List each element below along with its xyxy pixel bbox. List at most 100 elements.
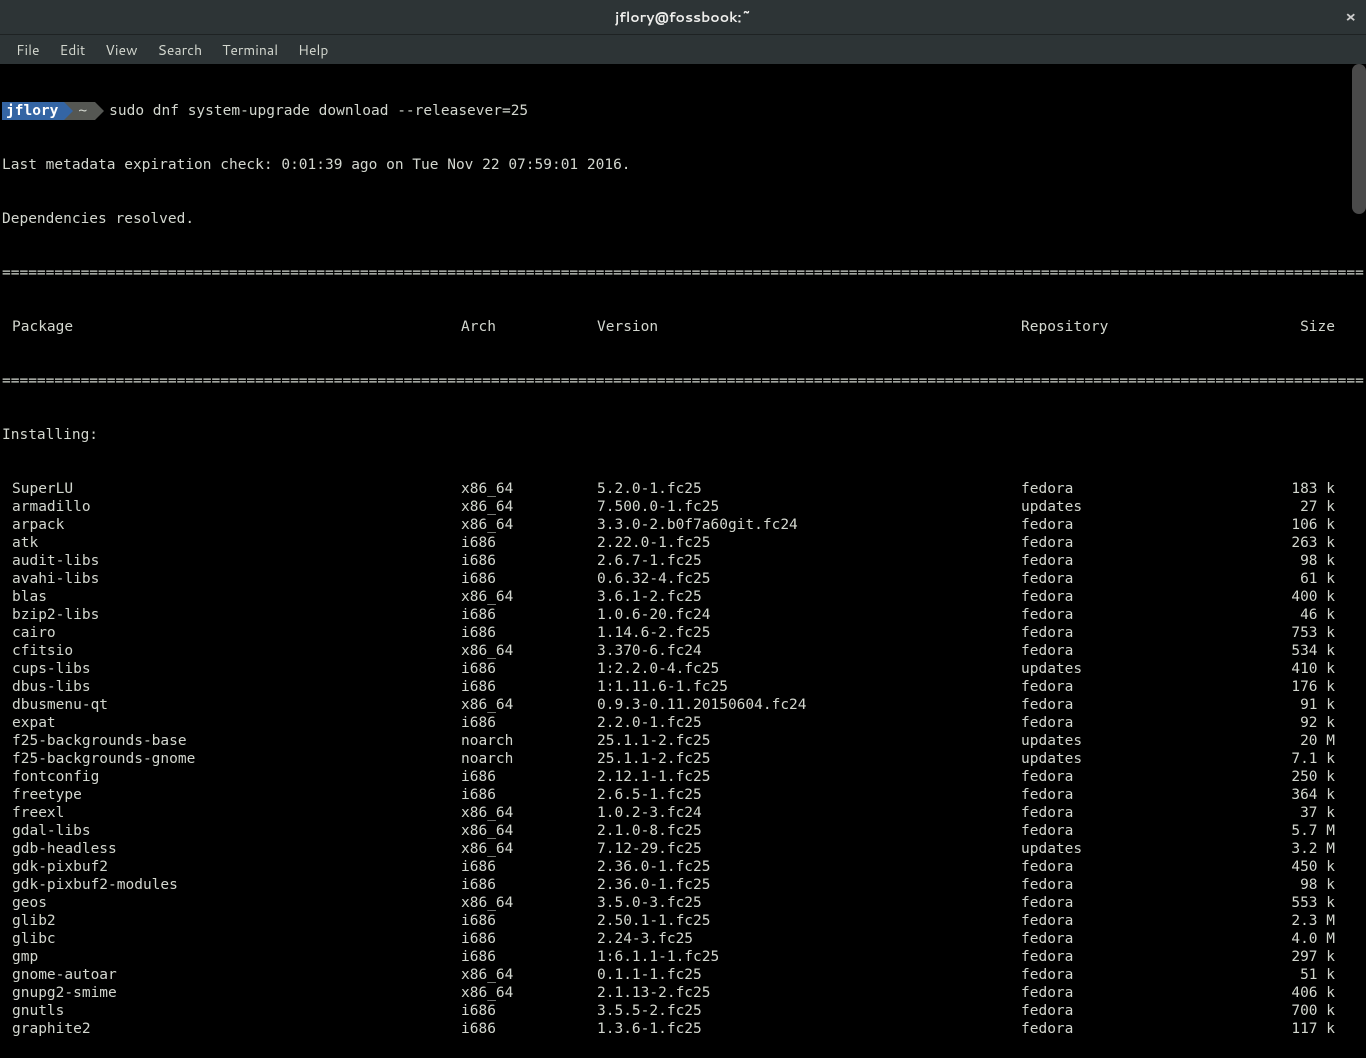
pkg-arch: x86_64 — [461, 966, 597, 984]
prompt-line: jflory ~ sudo dnf system-upgrade downloa… — [2, 102, 1364, 120]
pkg-name: glibc — [2, 930, 461, 948]
pkg-repo: fedora — [1021, 570, 1221, 588]
pkg-repo: fedora — [1021, 516, 1221, 534]
table-row: cfitsiox86_643.370-6.fc24fedora534 k — [2, 642, 1364, 660]
pkg-repo: updates — [1021, 660, 1221, 678]
table-row: cups-libsi6861:2.2.0-4.fc25updates410 k — [2, 660, 1364, 678]
pkg-name: atk — [2, 534, 461, 552]
table-row: blasx86_643.6.1-2.fc25fedora400 k — [2, 588, 1364, 606]
menu-edit[interactable]: Edit — [50, 37, 96, 63]
table-row: gnutlsi6863.5.5-2.fc25fedora700 k — [2, 1002, 1364, 1020]
pkg-repo: fedora — [1021, 984, 1221, 1002]
pkg-size: 3.2 M — [1221, 840, 1347, 858]
table-row: arpackx86_643.3.0-2.b0f7a60git.fc24fedor… — [2, 516, 1364, 534]
pkg-name: avahi-libs — [2, 570, 461, 588]
menu-view[interactable]: View — [95, 37, 147, 63]
close-icon[interactable]: × — [1345, 8, 1356, 26]
pkg-name: arpack — [2, 516, 461, 534]
pkg-arch: noarch — [461, 750, 597, 768]
pkg-version: 0.1.1-1.fc25 — [597, 966, 1021, 984]
pkg-size: 176 k — [1221, 678, 1347, 696]
menu-help[interactable]: Help — [288, 37, 338, 63]
pkg-name: cups-libs — [2, 660, 461, 678]
pkg-size: 753 k — [1221, 624, 1347, 642]
pkg-arch: x86_64 — [461, 498, 597, 516]
pkg-size: 4.0 M — [1221, 930, 1347, 948]
pkg-arch: i686 — [461, 678, 597, 696]
pkg-name: audit-libs — [2, 552, 461, 570]
pkg-version: 3.6.1-2.fc25 — [597, 588, 1021, 606]
table-row: f25-backgrounds-gnomenoarch25.1.1-2.fc25… — [2, 750, 1364, 768]
pkg-version: 25.1.1-2.fc25 — [597, 750, 1021, 768]
scrollbar-thumb[interactable] — [1352, 64, 1366, 214]
pkg-version: 1:6.1.1-1.fc25 — [597, 948, 1021, 966]
pkg-repo: fedora — [1021, 768, 1221, 786]
pkg-arch: i686 — [461, 570, 597, 588]
menu-file[interactable]: File — [6, 37, 50, 63]
pkg-size: 98 k — [1221, 552, 1347, 570]
pkg-version: 25.1.1-2.fc25 — [597, 732, 1021, 750]
pkg-name: fontconfig — [2, 768, 461, 786]
pkg-size: 263 k — [1221, 534, 1347, 552]
pkg-repo: fedora — [1021, 948, 1221, 966]
pkg-arch: i686 — [461, 912, 597, 930]
pkg-repo: fedora — [1021, 552, 1221, 570]
pkg-arch: x86_64 — [461, 642, 597, 660]
window-title: jflory@fossbook:~ — [615, 8, 751, 26]
pkg-version: 2.6.7-1.fc25 — [597, 552, 1021, 570]
terminal-output[interactable]: jflory ~ sudo dnf system-upgrade downloa… — [0, 64, 1366, 1058]
pkg-repo: fedora — [1021, 876, 1221, 894]
pkg-repo: fedora — [1021, 480, 1221, 498]
pkg-name: f25-backgrounds-gnome — [2, 750, 461, 768]
pkg-version: 5.2.0-1.fc25 — [597, 480, 1021, 498]
table-row: SuperLUx86_645.2.0-1.fc25fedora183 k — [2, 480, 1364, 498]
pkg-arch: i686 — [461, 624, 597, 642]
pkg-name: cairo — [2, 624, 461, 642]
pkg-name: bzip2-libs — [2, 606, 461, 624]
pkg-version: 1.0.6-20.fc24 — [597, 606, 1021, 624]
pkg-arch: i686 — [461, 606, 597, 624]
output-metadata: Last metadata expiration check: 0:01:39 … — [2, 156, 1364, 174]
pkg-size: 250 k — [1221, 768, 1347, 786]
table-row: expati6862.2.0-1.fc25fedora92 k — [2, 714, 1364, 732]
command-text: sudo dnf system-upgrade download --relea… — [95, 102, 528, 120]
pkg-version: 3.5.5-2.fc25 — [597, 1002, 1021, 1020]
pkg-repo: fedora — [1021, 822, 1221, 840]
pkg-version: 3.3.0-2.b0f7a60git.fc24 — [597, 516, 1021, 534]
table-header: Package Arch Version Repository Size — [2, 318, 1364, 336]
table-row: dbus-libsi6861:1.11.6-1.fc25fedora176 k — [2, 678, 1364, 696]
table-row: glib2i6862.50.1-1.fc25fedora2.3 M — [2, 912, 1364, 930]
pkg-repo: fedora — [1021, 786, 1221, 804]
pkg-arch: i686 — [461, 552, 597, 570]
table-row: geosx86_643.5.0-3.fc25fedora553 k — [2, 894, 1364, 912]
pkg-arch: i686 — [461, 1002, 597, 1020]
table-row: atki6862.22.0-1.fc25fedora263 k — [2, 534, 1364, 552]
header-package: Package — [2, 318, 461, 336]
pkg-size: 406 k — [1221, 984, 1347, 1002]
pkg-size: 46 k — [1221, 606, 1347, 624]
menu-search[interactable]: Search — [148, 37, 213, 63]
pkg-arch: i686 — [461, 714, 597, 732]
pkg-size: 117 k — [1221, 1020, 1347, 1038]
pkg-arch: x86_64 — [461, 516, 597, 534]
pkg-size: 51 k — [1221, 966, 1347, 984]
pkg-version: 1:2.2.0-4.fc25 — [597, 660, 1021, 678]
pkg-arch: i686 — [461, 786, 597, 804]
pkg-version: 1.3.6-1.fc25 — [597, 1020, 1021, 1038]
table-row: fontconfigi6862.12.1-1.fc25fedora250 k — [2, 768, 1364, 786]
table-row: gnome-autoarx86_640.1.1-1.fc25fedora51 k — [2, 966, 1364, 984]
pkg-repo: fedora — [1021, 642, 1221, 660]
pkg-version: 2.1.13-2.fc25 — [597, 984, 1021, 1002]
pkg-version: 2.6.5-1.fc25 — [597, 786, 1021, 804]
pkg-size: 20 M — [1221, 732, 1347, 750]
table-row: gnupg2-smimex86_642.1.13-2.fc25fedora406… — [2, 984, 1364, 1002]
pkg-size: 450 k — [1221, 858, 1347, 876]
menu-terminal[interactable]: Terminal — [212, 37, 288, 63]
pkg-size: 91 k — [1221, 696, 1347, 714]
header-size: Size — [1221, 318, 1347, 336]
pkg-name: freetype — [2, 786, 461, 804]
header-version: Version — [597, 318, 1021, 336]
table-row: avahi-libsi6860.6.32-4.fc25fedora61 k — [2, 570, 1364, 588]
pkg-arch: x86_64 — [461, 804, 597, 822]
table-row: freetypei6862.6.5-1.fc25fedora364 k — [2, 786, 1364, 804]
